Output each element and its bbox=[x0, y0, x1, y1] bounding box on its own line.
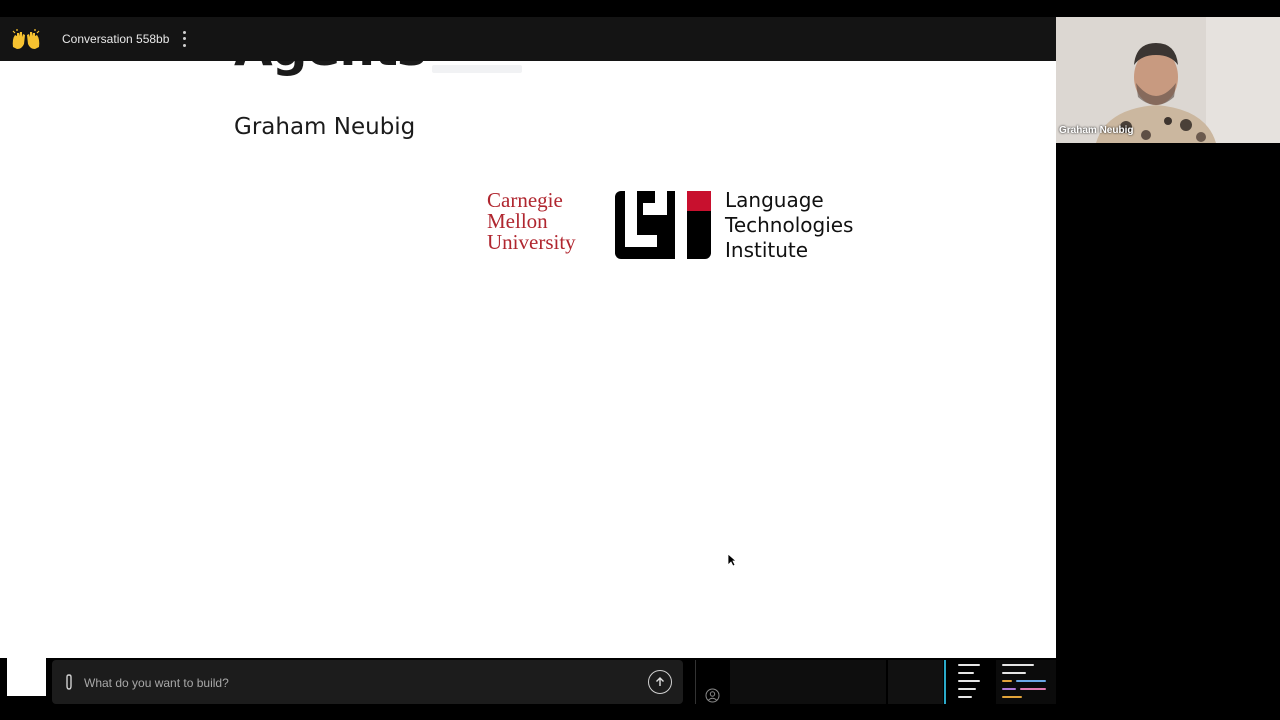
thumbnail-line bbox=[1002, 664, 1034, 666]
lti-logo-text: Language Technologies Institute bbox=[725, 188, 853, 263]
lti-logo-line: Institute bbox=[725, 238, 809, 262]
chat-input[interactable] bbox=[82, 669, 626, 697]
thumbnail-line bbox=[1002, 680, 1012, 682]
thumbnail-line bbox=[958, 680, 980, 682]
slide-author: Graham Neubig bbox=[234, 114, 416, 140]
participant-video[interactable]: Graham Neubig bbox=[1056, 17, 1280, 143]
thumbnail-line bbox=[1020, 688, 1046, 690]
thumbnail-panel[interactable] bbox=[7, 658, 46, 696]
thumbnail-line bbox=[958, 688, 976, 690]
bottom-bar bbox=[0, 658, 1056, 704]
chat-composer bbox=[52, 660, 683, 704]
active-indicator bbox=[944, 660, 946, 704]
lti-logo-line: Technologies bbox=[725, 213, 854, 237]
decorative-bar bbox=[432, 65, 522, 73]
conversation-title[interactable]: Conversation 558bb bbox=[62, 32, 169, 46]
thumbnail-line bbox=[958, 664, 980, 666]
mouse-cursor-icon bbox=[727, 553, 737, 567]
thumbnail-line bbox=[1016, 680, 1046, 682]
send-button[interactable] bbox=[648, 670, 672, 694]
cmu-logo-line: Mellon bbox=[487, 209, 548, 233]
cmu-logo-line: University bbox=[487, 230, 576, 254]
thumbnail-line bbox=[1002, 688, 1016, 690]
cmu-logo: Carnegie Mellon University bbox=[487, 190, 597, 253]
arrow-up-icon bbox=[656, 677, 664, 686]
cmu-logo-line: Carnegie bbox=[487, 188, 563, 212]
side-panel[interactable] bbox=[888, 660, 943, 704]
side-panel[interactable] bbox=[730, 660, 886, 704]
waving-hands-icon[interactable] bbox=[8, 24, 44, 54]
lti-logo-mark bbox=[615, 191, 711, 259]
thumbnail-line bbox=[1002, 672, 1026, 674]
presentation-slide: Agents Graham Neubig Carnegie Mellon Uni… bbox=[0, 61, 1056, 658]
kebab-menu-icon[interactable] bbox=[179, 29, 189, 49]
divider bbox=[695, 660, 696, 704]
thumbnail-line bbox=[958, 696, 972, 698]
participant-name: Graham Neubig bbox=[1059, 125, 1134, 136]
code-thumbnail[interactable] bbox=[996, 660, 1056, 704]
lti-logo-line: Language bbox=[725, 188, 824, 212]
conversation-header: Conversation 558bb bbox=[0, 17, 1056, 61]
user-icon[interactable] bbox=[705, 688, 720, 703]
paperclip-icon[interactable] bbox=[62, 673, 76, 691]
document-thumbnail[interactable] bbox=[952, 660, 988, 704]
thumbnail-line bbox=[1002, 696, 1022, 698]
thumbnail-line bbox=[958, 672, 974, 674]
slide-title: Agents bbox=[234, 61, 427, 77]
